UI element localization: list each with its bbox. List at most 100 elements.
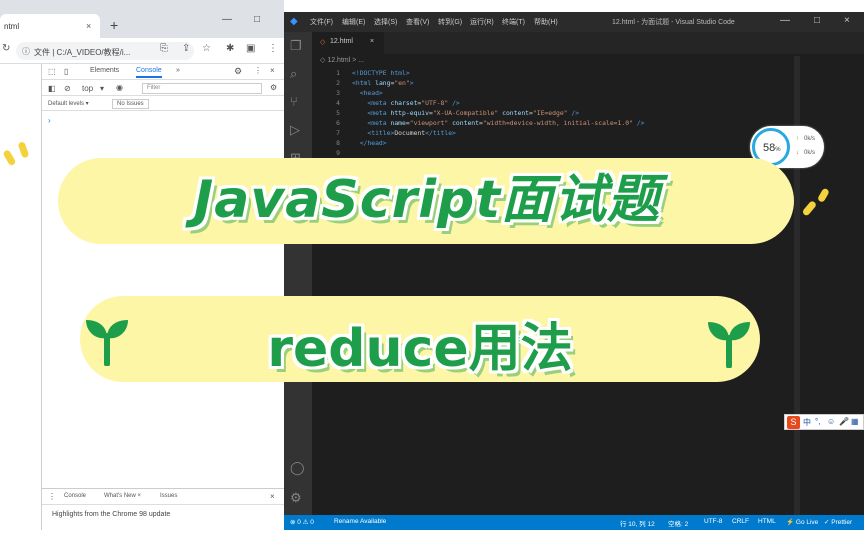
ime-lang-toggle[interactable]: 中 bbox=[803, 417, 811, 428]
line-number: 8 bbox=[336, 139, 340, 147]
search-icon[interactable]: ⌕ bbox=[290, 66, 297, 82]
editor-scrollbar[interactable] bbox=[794, 56, 800, 516]
menu-terminal[interactable]: 终端(T) bbox=[502, 17, 525, 27]
editor-tab[interactable]: ◇ 12.html × bbox=[312, 32, 384, 54]
breadcrumb[interactable]: ◇ 12.html > ... bbox=[320, 56, 364, 64]
chrome-tab-strip: ntml × + — □ bbox=[0, 0, 284, 38]
problems-count[interactable]: ⊗ 0 ⚠ 0 bbox=[290, 518, 314, 526]
vs-close-icon[interactable]: × bbox=[844, 15, 850, 26]
code-line[interactable]: 2 <html lang="en"> bbox=[312, 78, 864, 88]
close-icon[interactable]: × bbox=[270, 66, 275, 75]
page-viewport bbox=[0, 64, 42, 530]
minimize-icon[interactable]: — bbox=[222, 14, 232, 25]
editor-tab-bar: ◇ 12.html × bbox=[312, 32, 864, 54]
maximize-icon[interactable]: □ bbox=[254, 14, 260, 25]
language-mode[interactable]: HTML bbox=[758, 518, 776, 525]
tab-console[interactable]: Console bbox=[136, 67, 162, 78]
menu-file[interactable]: 文件(F) bbox=[310, 17, 333, 27]
inspect-icon[interactable]: ⬚ bbox=[48, 67, 56, 76]
ime-toolbox-icon[interactable]: ▦ bbox=[851, 417, 859, 426]
close-tab-icon[interactable]: × bbox=[86, 21, 91, 31]
code-token: charset bbox=[390, 99, 418, 107]
info-icon: ⓘ bbox=[22, 47, 30, 56]
vs-minimize-icon[interactable]: — bbox=[780, 15, 790, 26]
console-settings-icon[interactable]: ⚙ bbox=[270, 83, 277, 92]
install-icon[interactable]: ⎘ bbox=[160, 43, 168, 54]
issues-badge[interactable]: No Issues bbox=[112, 99, 149, 109]
ime-punctuation-toggle[interactable]: °, bbox=[815, 417, 820, 426]
account-icon[interactable]: ◯ bbox=[290, 460, 305, 476]
code-token: /> bbox=[632, 119, 645, 127]
line-content: <head> bbox=[352, 88, 383, 98]
code-token: "UTF-8" bbox=[421, 99, 449, 107]
bookmark-star-icon[interactable]: ☆ bbox=[202, 43, 211, 54]
editor-tab-label: 12.html bbox=[330, 38, 353, 45]
share-icon[interactable]: ⇪ bbox=[182, 43, 190, 54]
code-token: "X-UA-Compatible" bbox=[432, 109, 499, 117]
menu-view[interactable]: 查看(V) bbox=[406, 17, 429, 27]
menu-help[interactable]: 帮助(H) bbox=[534, 17, 558, 27]
profile-icon[interactable]: ▣ bbox=[246, 43, 255, 54]
eye-icon[interactable]: ◉ bbox=[116, 83, 123, 92]
chrome-menu-icon[interactable]: ⋮ bbox=[268, 43, 278, 54]
line-number: 3 bbox=[336, 89, 340, 97]
tab-more[interactable]: » bbox=[176, 67, 180, 74]
code-line[interactable]: 1 <!DOCTYPE html> bbox=[312, 68, 864, 78]
go-live-button[interactable]: ⚡ Go Live bbox=[786, 518, 818, 526]
console-levels-bar: Default levels ▾ No Issues bbox=[42, 96, 284, 111]
menu-edit[interactable]: 编辑(E) bbox=[342, 17, 365, 27]
new-tab-icon[interactable]: + bbox=[110, 18, 118, 32]
ime-voice-icon[interactable]: 🎤 bbox=[839, 417, 849, 426]
ime-emoji-icon[interactable]: ☺ bbox=[827, 417, 835, 426]
ime-toolbar: S 中 °, ☺ 🎤 ▦ bbox=[784, 414, 864, 430]
browser-tab[interactable]: ntml × bbox=[0, 14, 100, 38]
drawer-close-icon[interactable]: × bbox=[270, 492, 275, 501]
code-token: > bbox=[409, 79, 414, 87]
console-prompt[interactable]: › bbox=[48, 116, 51, 125]
extensions-icon[interactable]: ✱ bbox=[226, 43, 234, 54]
editor-tab-close-icon[interactable]: × bbox=[370, 38, 374, 45]
code-line[interactable]: 5 <meta http-equiv="X-UA-Compatible" con… bbox=[312, 108, 864, 118]
line-content: <meta http-equiv="X-UA-Compatible" conte… bbox=[352, 108, 579, 118]
code-line[interactable]: 3 <head> bbox=[312, 88, 864, 98]
clear-console-icon[interactable]: ⊘ bbox=[64, 84, 71, 93]
cursor-position[interactable]: 行 10, 列 12 bbox=[620, 518, 655, 528]
explorer-icon[interactable]: ❐ bbox=[290, 38, 302, 54]
video-subtitle: reduce用法 bbox=[267, 319, 573, 379]
vs-maximize-icon[interactable]: □ bbox=[814, 15, 820, 26]
levels-dropdown[interactable]: Default levels ▾ bbox=[48, 100, 89, 107]
drawer-tab-issues[interactable]: Issues bbox=[160, 493, 177, 499]
encoding[interactable]: UTF-8 bbox=[704, 518, 722, 525]
reload-icon[interactable]: ↻ bbox=[2, 43, 10, 54]
manage-gear-icon[interactable]: ⚙ bbox=[290, 490, 302, 506]
devtools-menu-icon[interactable]: ⋮ bbox=[254, 66, 262, 75]
indentation[interactable]: 空格: 2 bbox=[668, 518, 688, 528]
context-select[interactable]: top bbox=[82, 84, 93, 93]
prettier-status[interactable]: ✓ Prettier bbox=[824, 518, 852, 526]
code-line[interactable]: 4 <meta charset="UTF-8" /> bbox=[312, 98, 864, 108]
drawer-tab-console[interactable]: Console bbox=[64, 493, 86, 499]
source-control-icon[interactable]: ⑂ bbox=[290, 94, 298, 109]
sidebar-toggle-icon[interactable]: ◧ bbox=[48, 84, 56, 93]
gear-icon[interactable]: ⚙ bbox=[234, 66, 242, 77]
line-content: <!DOCTYPE html> bbox=[352, 68, 410, 78]
menu-run[interactable]: 运行(R) bbox=[470, 17, 494, 27]
browser-tab-title: ntml bbox=[4, 22, 20, 31]
line-number: 1 bbox=[336, 69, 340, 77]
code-token: Document bbox=[394, 129, 426, 137]
status-bar: ⊗ 0 ⚠ 0 Rename Available 行 10, 列 12 空格: … bbox=[284, 515, 864, 530]
line-ending[interactable]: CRLF bbox=[732, 518, 749, 525]
whats-new-text: Highlights from the Chrome 98 update bbox=[52, 511, 171, 518]
device-toggle-icon[interactable]: ▯ bbox=[64, 67, 68, 76]
drawer-tab-whats-new[interactable]: What's New × bbox=[104, 493, 141, 499]
drawer-menu-icon[interactable]: ⋮ bbox=[48, 492, 56, 501]
tab-elements[interactable]: Elements bbox=[90, 67, 119, 74]
run-debug-icon[interactable]: ▷ bbox=[290, 122, 300, 138]
line-content: <meta name="viewport" content="width=dev… bbox=[352, 118, 644, 128]
rename-available[interactable]: Rename Available bbox=[334, 518, 386, 525]
filter-input[interactable]: Filter bbox=[142, 83, 262, 94]
video-title: JavaScript面试题 bbox=[193, 170, 661, 230]
menu-go[interactable]: 转到(G) bbox=[438, 17, 462, 27]
sogou-logo-icon[interactable]: S bbox=[787, 416, 800, 429]
menu-selection[interactable]: 选择(S) bbox=[374, 17, 397, 27]
